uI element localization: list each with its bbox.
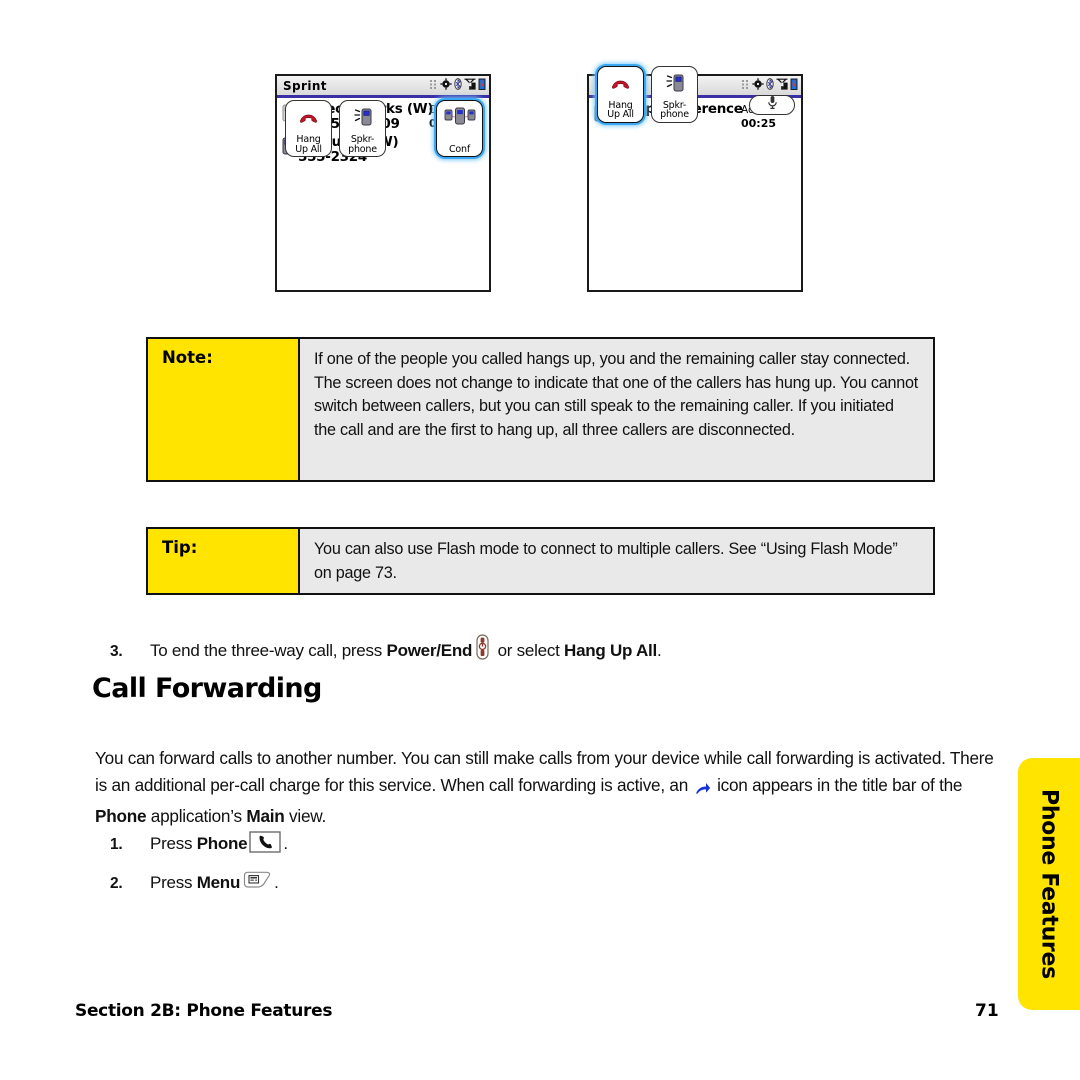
speakerphone-icon: [663, 70, 687, 96]
grid-icon: [430, 77, 438, 95]
note-callout: Note: If one of the people you called ha…: [146, 337, 935, 482]
mute-button[interactable]: [749, 94, 795, 115]
speakerphone-label-2: phone: [348, 143, 377, 155]
status-icon-group: [430, 77, 486, 95]
intro-text-b: icon appears in the title bar of the: [712, 775, 963, 796]
hangup-icon: [297, 104, 321, 130]
footer-page-number: 71: [975, 1001, 999, 1021]
intro-bold-phone: Phone: [95, 805, 147, 826]
step-1: 1. Press Phone.: [110, 831, 610, 861]
intro-text-c: application’s: [146, 805, 247, 826]
step-2: 2. Press Menu.: [110, 870, 610, 900]
conference-label: Conf: [448, 143, 470, 155]
side-tab-phone-features: Phone Features: [1018, 758, 1080, 1010]
step-2-text-a: Press: [150, 873, 197, 892]
step-3-text: To end the three-way call, press Power/E…: [150, 634, 662, 668]
step-3-text-c: .: [657, 641, 662, 660]
call-list: Daveon Marks (W) 510-555-0709 On Hold 00…: [277, 98, 489, 165]
step-2-bold-a: Menu: [196, 873, 241, 892]
hang-up-all-button[interactable]: Hang Up All: [597, 65, 644, 123]
page-title: Call Forwarding: [92, 673, 322, 704]
step-1-bold-a: Phone: [196, 834, 248, 853]
target-icon: [440, 77, 452, 95]
step-1-text-b: .: [283, 834, 288, 853]
call-forward-arrow-icon: [695, 776, 711, 803]
conference-button[interactable]: Conf: [436, 100, 483, 158]
bluetooth-icon: [454, 77, 462, 95]
step-1-text: Press Phone.: [150, 831, 288, 861]
step-3: 3. To end the three-way call, press Powe…: [110, 634, 970, 668]
screenshot-group-conference: Sprint: [587, 65, 803, 292]
step-3-bold-b: Hang Up All: [564, 641, 657, 660]
note-label: Note:: [148, 339, 300, 480]
microphone-icon: [767, 95, 778, 115]
step-1-text-a: Press: [150, 834, 197, 853]
note-text: If one of the people you called hangs up…: [314, 350, 918, 439]
menu-key-icon: [242, 871, 272, 900]
intro-text-d: view.: [284, 805, 327, 826]
speakerphone-icon: [351, 104, 375, 130]
step-2-text-b: .: [274, 873, 279, 892]
hang-up-all-label-2: Up All: [607, 109, 634, 121]
tip-label: Tip:: [148, 529, 300, 593]
hang-up-all-label-2: Up All: [295, 143, 322, 155]
softkey-row: Hang Up All Spkr-phone: [285, 100, 483, 158]
step-3-number: 3.: [110, 643, 123, 660]
carrier-label: Sprint: [283, 78, 327, 93]
intro-bold-main: Main: [246, 805, 285, 826]
tip-callout: Tip: You can also use Flash mode to conn…: [146, 527, 935, 595]
softkey-row: Hang Up All Spkr-phone: [597, 65, 795, 123]
step-2-text: Press Menu.: [150, 870, 279, 900]
battery-icon: [478, 77, 486, 95]
intro-paragraph: You can forward calls to another number.…: [95, 745, 1007, 829]
power-end-key-icon: [474, 634, 491, 668]
phone-title-bar: Sprint: [277, 76, 489, 98]
phone-key-icon: [249, 831, 282, 861]
step-1-number: 1.: [110, 836, 123, 853]
step-3-text-b: or select: [493, 641, 565, 660]
speakerphone-label-2: phone: [660, 109, 689, 121]
hangup-icon: [609, 70, 633, 96]
tip-text: You can also use Flash mode to connect t…: [314, 540, 898, 582]
speakerphone-button[interactable]: Spkr-phone: [651, 65, 698, 123]
side-tab-label: Phone Features: [1036, 789, 1062, 979]
step-3-bold-a: Power/End: [386, 641, 473, 660]
step-2-number: 2.: [110, 875, 123, 892]
conference-icon: [443, 104, 477, 130]
call-list: Group Conference Active 00:25 HangUp All: [589, 65, 801, 131]
footer-section-label: Section 2B: Phone Features: [75, 1001, 333, 1021]
hang-up-all-button[interactable]: Hang Up All: [285, 100, 332, 158]
screenshot-active-call: Sprint (W) 555-2324 Hang Up All Spkr- ph…: [275, 74, 491, 292]
step-3-text-a: To end the three-way call, press: [150, 641, 387, 660]
signal-icon: [464, 77, 476, 95]
speakerphone-button[interactable]: Spkr-phone: [339, 100, 386, 158]
